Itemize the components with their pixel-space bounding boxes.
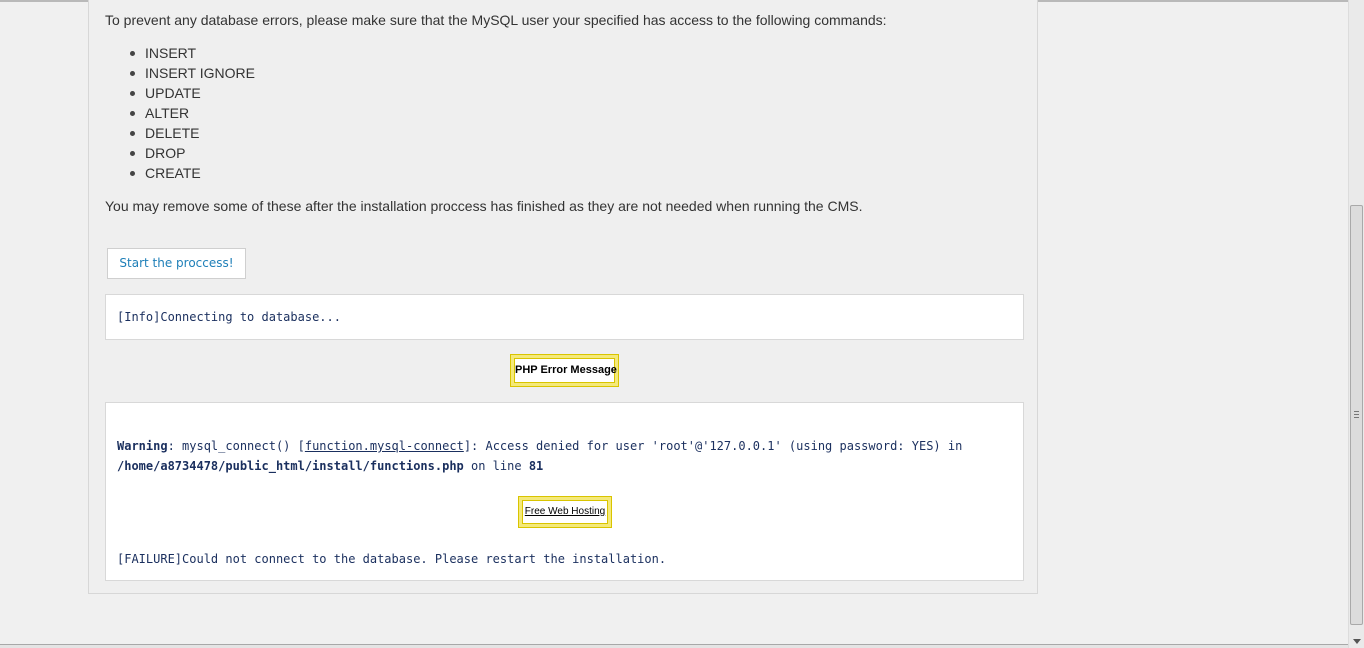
scrollbar-thumb[interactable] — [1350, 205, 1363, 625]
function-doc-link[interactable]: function.mysql-connect — [305, 439, 464, 453]
command-item: CREATE — [130, 163, 255, 183]
free-hosting-badge: Free Web Hosting — [518, 496, 612, 528]
command-list: INSERT INSERT IGNORE UPDATE ALTER DELETE… — [130, 43, 255, 183]
command-item: ALTER — [130, 103, 255, 123]
free-hosting-link[interactable]: Free Web Hosting — [522, 500, 608, 524]
scroll-down-arrow-icon[interactable] — [1353, 639, 1361, 644]
bottom-edge — [0, 644, 1348, 648]
start-process-button[interactable]: Start the proccess! — [107, 248, 246, 279]
warning-line: Warning: mysql_connect() [function.mysql… — [117, 438, 962, 454]
error-log-box: Warning: mysql_connect() [function.mysql… — [105, 402, 1024, 581]
warning-label: Warning — [117, 439, 168, 453]
install-panel: To prevent any database errors, please m… — [88, 0, 1038, 594]
vertical-scrollbar[interactable] — [1348, 0, 1364, 648]
intro-text: To prevent any database errors, please m… — [105, 12, 887, 28]
command-item: DROP — [130, 143, 255, 163]
php-error-badge-label: PHP Error Message — [514, 358, 617, 383]
info-log-line: [Info]Connecting to database... — [117, 310, 341, 324]
warning-text-b: ]: Access denied for user 'root'@'127.0.… — [463, 439, 963, 453]
command-item: DELETE — [130, 123, 255, 143]
info-log-box: [Info]Connecting to database... — [105, 294, 1024, 340]
scrollbar-grip-icon — [1354, 411, 1359, 418]
failure-log-line: [FAILURE]Could not connect to the databa… — [117, 552, 667, 566]
php-error-badge: PHP Error Message — [510, 354, 619, 387]
line-number: 81 — [528, 459, 544, 473]
warning-location-line: /home/a8734478/public_html/install/funct… — [117, 458, 543, 474]
page: To prevent any database errors, please m… — [0, 0, 1364, 648]
file-path: /home/a8734478/public_html/install/funct… — [117, 459, 464, 473]
command-item: INSERT — [130, 43, 255, 63]
command-item: INSERT IGNORE — [130, 65, 255, 81]
command-item: UPDATE — [130, 83, 255, 103]
remove-note: You may remove some of these after the i… — [105, 198, 863, 214]
warning-text-c: on line — [463, 459, 529, 473]
warning-text-a: : mysql_connect() [ — [167, 439, 305, 453]
